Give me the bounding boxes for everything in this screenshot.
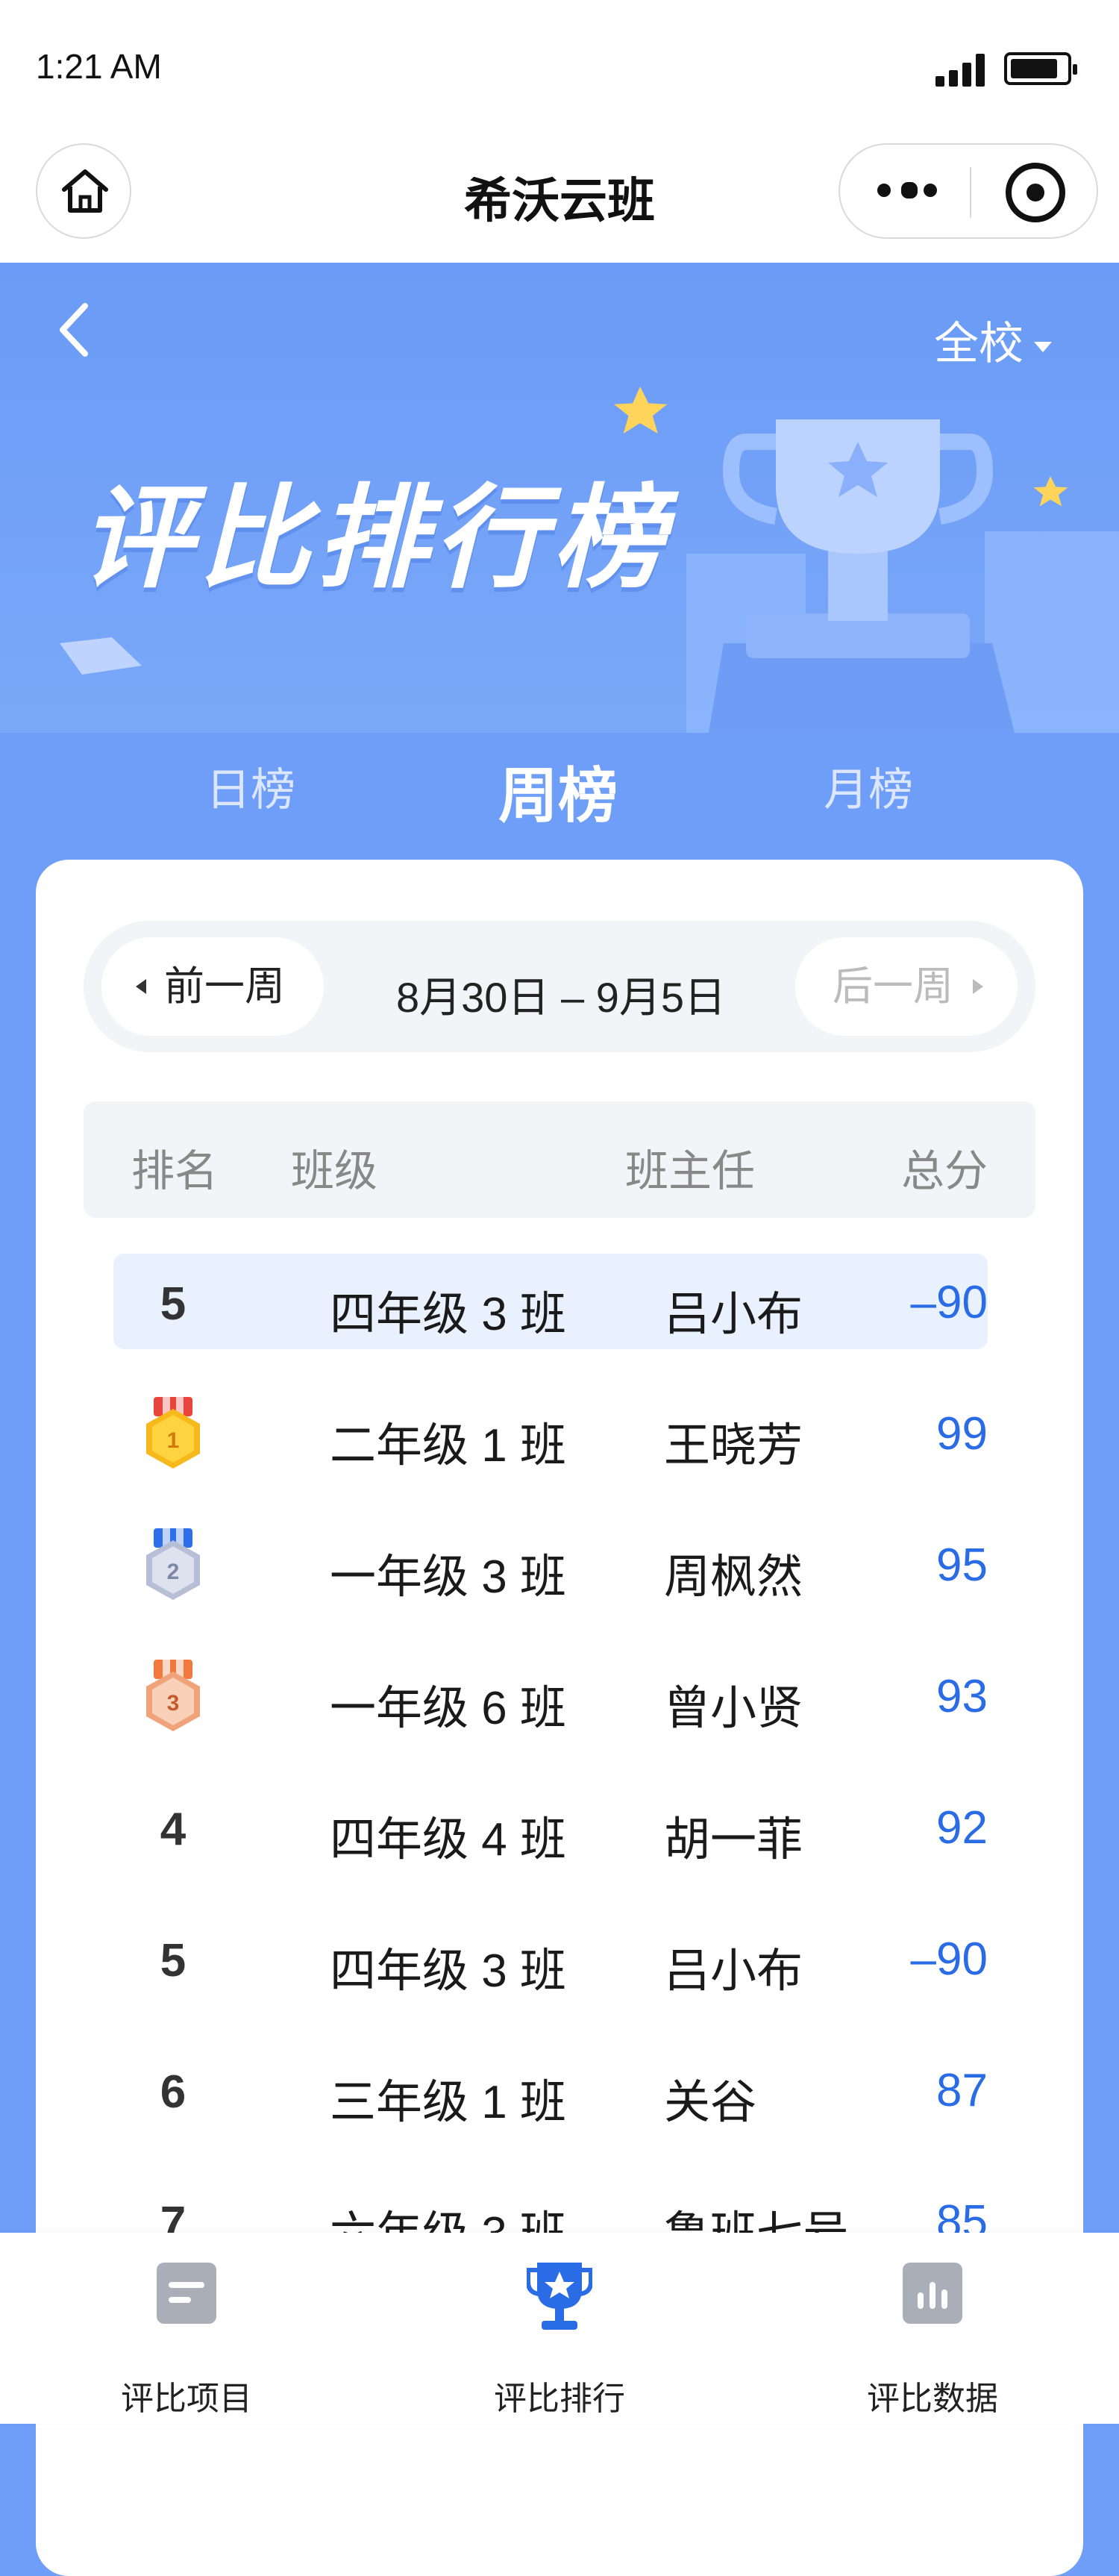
table-row[interactable]: 3 一年级 6 班 曾小贤 93 <box>113 1648 988 1743</box>
my-class-row[interactable]: 5 四年级 3 班 吕小布 –90 <box>113 1254 988 1349</box>
rank-number: 5 <box>160 1278 186 1330</box>
class-name: 四年级 4 班 <box>330 1814 566 1866</box>
silver-medal-icon: 2 <box>146 1528 200 1600</box>
total-score: –90 <box>910 1277 988 1328</box>
trophy-icon <box>527 2263 592 2330</box>
caret-right-icon <box>973 979 983 994</box>
signal-icon <box>935 54 985 87</box>
tabbar-label: 评比项目 <box>121 2380 252 2417</box>
class-name: 四年级 3 班 <box>330 1289 566 1340</box>
table-row[interactable]: 2 一年级 3 班 周枫然 95 <box>113 1516 988 1612</box>
status-bar: 1:21 AM <box>0 0 1119 134</box>
teacher-name: 胡一菲 <box>664 1814 803 1866</box>
table-row[interactable]: 4 四年级 4 班 胡一菲 92 <box>113 1779 988 1875</box>
next-week-label: 后一周 <box>833 964 953 1009</box>
tab-weekly[interactable]: 周榜 <box>498 748 618 834</box>
class-name: 二年级 1 班 <box>330 1420 566 1472</box>
class-name: 三年级 1 班 <box>330 2077 566 2128</box>
tabbar-label: 评比数据 <box>867 2380 998 2417</box>
tab-monthly[interactable]: 月榜 <box>824 754 913 819</box>
hero-banner: 全校 评比排行榜 <box>0 263 1119 733</box>
prev-week-label: 前一周 <box>164 964 285 1009</box>
prev-week-button[interactable]: 前一周 <box>101 937 324 1036</box>
class-name: 一年级 6 班 <box>330 1683 566 1734</box>
next-week-button[interactable]: 后一周 <box>795 937 1018 1036</box>
bottom-tab-bar: 评比项目 评比排行 评比数据 <box>0 2233 1119 2424</box>
rank-number: 4 <box>160 1804 186 1855</box>
teacher-name: 吕小布 <box>664 1945 803 1997</box>
bronze-medal-icon: 3 <box>146 1660 200 1731</box>
gold-medal-icon: 1 <box>146 1397 200 1469</box>
hero-title: 评比排行榜 <box>81 475 671 601</box>
total-score: 93 <box>936 1671 988 1722</box>
bar-chart-icon <box>903 2263 962 2324</box>
teacher-name: 周枫然 <box>664 1551 803 1603</box>
paper-decoration <box>60 637 142 675</box>
teacher-name: 吕小布 <box>664 1289 803 1340</box>
total-score: 95 <box>936 1539 988 1591</box>
total-score: –90 <box>910 1933 988 1985</box>
more-icon[interactable] <box>877 182 937 201</box>
mini-program-navbar: 希沃云班 <box>0 134 1119 263</box>
battery-icon <box>1004 52 1077 85</box>
table-row[interactable]: 5 四年级 3 班 吕小布 –90 <box>113 1910 988 2006</box>
table-row[interactable]: 1 二年级 1 班 王晓芳 99 <box>113 1385 988 1481</box>
header-class: 班级 <box>291 1147 378 1195</box>
caret-left-icon <box>136 979 146 994</box>
close-miniprogram-icon[interactable] <box>1006 163 1065 222</box>
tabbar-label: 评比排行 <box>494 2380 625 2417</box>
rank-number: 5 <box>160 1935 186 1986</box>
week-range: 8月30日 – 9月5日 <box>396 974 726 1021</box>
total-score: 99 <box>936 1408 988 1460</box>
header-rank: 排名 <box>131 1147 219 1195</box>
trophy-illustration <box>614 387 1119 733</box>
capsule-menu <box>839 143 1098 239</box>
teacher-name: 曾小贤 <box>664 1683 803 1734</box>
teacher-name: 王晓芳 <box>664 1420 803 1472</box>
table-header: 排名 班级 班主任 总分 <box>84 1101 1035 1218</box>
class-name: 四年级 3 班 <box>330 1945 566 1997</box>
medal-rank: 3 <box>167 1691 180 1716</box>
medal-rank: 2 <box>167 1560 180 1584</box>
class-name: 一年级 3 班 <box>330 1551 566 1603</box>
medal-rank: 1 <box>167 1428 180 1453</box>
total-score: 92 <box>936 1802 988 1854</box>
status-time: 1:21 AM <box>36 47 162 86</box>
rank-number: 6 <box>160 2066 186 2118</box>
total-score: 87 <box>936 2065 988 2116</box>
header-score: 总分 <box>900 1147 988 1195</box>
back-icon[interactable] <box>52 300 97 360</box>
document-icon <box>157 2263 216 2324</box>
tab-daily[interactable]: 日榜 <box>206 754 295 819</box>
header-teacher: 班主任 <box>625 1147 756 1195</box>
week-navigator: 前一周 8月30日 – 9月5日 后一周 <box>84 921 1035 1052</box>
table-row[interactable]: 6 三年级 1 班 关谷 87 <box>113 2042 988 2137</box>
teacher-name: 关谷 <box>664 2077 757 2128</box>
